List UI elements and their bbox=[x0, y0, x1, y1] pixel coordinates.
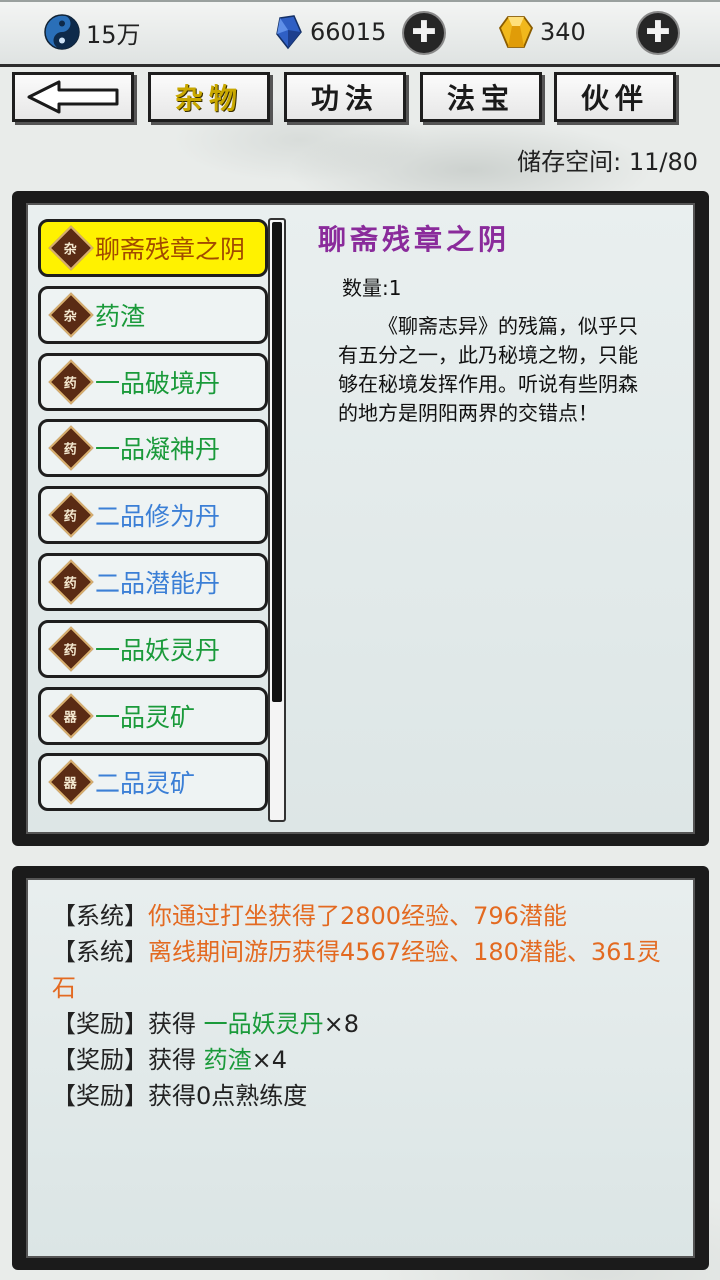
log-item-count: ×4 bbox=[251, 1046, 288, 1074]
tab-label: 杂物 bbox=[174, 82, 243, 115]
tab-label: 法宝 bbox=[446, 82, 515, 115]
item-type-badge-icon: 药 bbox=[48, 425, 94, 472]
tab-2[interactable]: 法宝 bbox=[420, 72, 542, 122]
tab-label: 伙伴 bbox=[580, 82, 649, 115]
add-gold-button[interactable]: ✚ bbox=[638, 13, 678, 53]
cultivation-resource: 15万 bbox=[44, 12, 141, 52]
log-text: 获得 bbox=[148, 1046, 204, 1074]
inventory-item[interactable]: 杂 药渣 bbox=[38, 285, 268, 344]
log-tag: 【奖励】 bbox=[52, 1046, 148, 1074]
log-tag: 【奖励】 bbox=[52, 1010, 148, 1038]
log-entry: 【系统】离线期间游历获得4567经验、180潜能、361灵石 bbox=[52, 934, 672, 1006]
item-type-badge-text: 药 bbox=[64, 376, 78, 392]
item-type-badge-text: 药 bbox=[64, 643, 78, 659]
back-arrow-icon bbox=[27, 80, 119, 114]
gold-resource: 340 bbox=[498, 12, 586, 52]
item-name: 药渣 bbox=[95, 301, 146, 331]
log-tag: 【奖励】 bbox=[52, 1082, 148, 1110]
tab-1[interactable]: 功法 bbox=[284, 72, 406, 122]
log-item-count: ×8 bbox=[323, 1010, 360, 1038]
inventory-item[interactable]: 药 二品修为丹 bbox=[38, 486, 268, 545]
item-name: 聊斋残章之阴 bbox=[95, 235, 246, 264]
item-type-badge-text: 杂 bbox=[64, 309, 78, 325]
resource-bar: 15万 66015 ✚ 340 ✚ bbox=[0, 0, 720, 67]
item-type-badge-text: 器 bbox=[64, 710, 78, 726]
item-type-badge-text: 杂 bbox=[64, 242, 78, 258]
item-detail-description: 《聊斋志异》的残篇，似乎只有五分之一，此乃秘境之物，只能够在秘境发挥作用。听说有… bbox=[338, 314, 638, 425]
item-name: 一品破境丹 bbox=[95, 368, 221, 398]
add-crystal-button[interactable]: ✚ bbox=[404, 13, 444, 53]
gold-value: 340 bbox=[540, 18, 586, 46]
inventory-item[interactable]: 药 一品凝神丹 bbox=[38, 419, 268, 478]
crystal-value: 66015 bbox=[310, 18, 387, 46]
tab-3[interactable]: 伙伴 bbox=[554, 72, 676, 122]
tab-0[interactable]: 杂物 bbox=[148, 72, 270, 122]
gold-gem-icon bbox=[498, 16, 534, 48]
item-name: 一品妖灵丹 bbox=[95, 635, 221, 665]
log-item-name: 药渣 bbox=[203, 1046, 252, 1074]
log-tag: 【系统】 bbox=[52, 938, 148, 966]
item-type-badge-icon: 器 bbox=[48, 692, 94, 739]
message-log: 【系统】你通过打坐获得了2800经验、796潜能 【系统】离线期间游历获得4567… bbox=[52, 898, 672, 1114]
inventory-item[interactable]: 器 二品灵矿 bbox=[38, 753, 268, 812]
item-type-badge-icon: 杂 bbox=[48, 292, 94, 338]
log-text: 你通过打坐获得了2800经验、796潜能 bbox=[148, 902, 567, 930]
item-name: 二品灵矿 bbox=[95, 769, 196, 799]
log-item-name: 一品妖灵丹 bbox=[203, 1010, 324, 1038]
plus-icon: ✚ bbox=[645, 15, 671, 50]
item-type-badge-icon: 杂 bbox=[48, 225, 94, 271]
inventory-item[interactable]: 药 一品妖灵丹 bbox=[38, 619, 268, 678]
item-type-badge-icon: 药 bbox=[48, 492, 94, 538]
log-tag: 【系统】 bbox=[52, 902, 148, 930]
item-name: 一品灵矿 bbox=[95, 702, 196, 732]
item-type-badge-text: 药 bbox=[64, 576, 78, 592]
inventory-item[interactable]: 杂 聊斋残章之阴 bbox=[38, 219, 268, 277]
storage-capacity: 储存空间: 11/80 bbox=[517, 148, 698, 176]
yin-yang-icon bbox=[44, 14, 80, 50]
log-text: 获得 bbox=[148, 1010, 204, 1038]
item-detail-quantity: 数量:1 bbox=[342, 276, 402, 300]
blue-crystal-icon bbox=[276, 15, 302, 50]
item-detail-title: 聊斋残章之阴 bbox=[318, 223, 511, 256]
inventory-item[interactable]: 药 一品破境丹 bbox=[38, 352, 268, 411]
item-type-badge-text: 药 bbox=[64, 442, 78, 458]
item-type-badge-icon: 药 bbox=[48, 559, 94, 605]
tab-label: 功法 bbox=[310, 82, 379, 115]
item-type-badge-icon: 药 bbox=[48, 626, 94, 672]
item-list-scrollbar[interactable] bbox=[268, 218, 286, 822]
log-text: 获得0点熟练度 bbox=[148, 1082, 308, 1110]
crystal-resource: 66015 bbox=[274, 12, 386, 52]
cultivation-value: 15万 bbox=[86, 20, 141, 49]
log-entry: 【奖励】获得0点熟练度 bbox=[52, 1078, 672, 1114]
scrollbar-thumb[interactable] bbox=[272, 222, 282, 702]
item-type-badge-icon: 器 bbox=[48, 759, 94, 806]
item-type-badge-text: 器 bbox=[64, 776, 78, 792]
log-entry: 【系统】你通过打坐获得了2800经验、796潜能 bbox=[52, 898, 672, 934]
plus-icon: ✚ bbox=[411, 15, 437, 50]
back-button[interactable] bbox=[12, 72, 134, 122]
inventory-item[interactable]: 药 二品潜能丹 bbox=[38, 553, 268, 611]
log-entry: 【奖励】获得 一品妖灵丹×8 bbox=[52, 1006, 672, 1042]
item-name: 二品潜能丹 bbox=[95, 569, 221, 598]
inventory-item[interactable]: 器 一品灵矿 bbox=[38, 686, 268, 745]
item-type-badge-text: 药 bbox=[64, 509, 78, 525]
item-type-badge-icon: 药 bbox=[48, 358, 94, 405]
item-name: 一品凝神丹 bbox=[95, 435, 221, 465]
item-name: 二品修为丹 bbox=[95, 502, 221, 532]
log-entry: 【奖励】获得 药渣×4 bbox=[52, 1042, 672, 1078]
